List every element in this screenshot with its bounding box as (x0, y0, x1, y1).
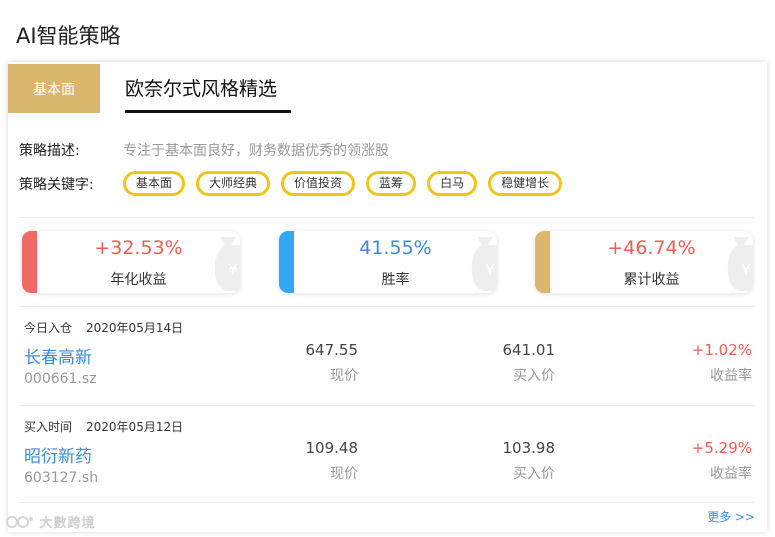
return-rate: +1.02% (691, 341, 752, 359)
active-underline (125, 110, 291, 113)
divider (19, 306, 755, 307)
stat-label: 累计收益 (623, 272, 680, 288)
stat-value: +32.53% (94, 237, 183, 259)
buy-price: 103.98 (502, 439, 556, 457)
keyword-tag[interactable]: 蓝筹 (366, 171, 417, 196)
current-price: 647.55 (305, 341, 359, 359)
stat-color-bar (535, 231, 550, 293)
entry-label: 买入时间 (24, 420, 73, 434)
stat-color-bar (279, 231, 294, 293)
watermark-text: 大數跨境 (39, 516, 96, 531)
stat-value: +46.74% (607, 237, 696, 259)
divider (19, 405, 755, 406)
buy-price: 641.01 (502, 341, 556, 359)
entry-date: 2020年05月12日 (86, 420, 184, 434)
keyword-list: 基本面 大师经典 价值投资 蓝筹 白马 稳健增长 (123, 171, 573, 196)
stock-name[interactable]: 长春高新 (24, 343, 92, 368)
stat-label: 年化收益 (110, 272, 167, 288)
stock-entry-header: 今日入仓 2020年05月14日 (24, 319, 197, 336)
stock-code: 000661.sz (24, 371, 97, 387)
stat-card-win-rate: ¥ 41.55% 胜率 (279, 231, 497, 293)
current-price: 109.48 (305, 439, 359, 457)
strategy-name[interactable]: 欧奈尔式风格精选 (125, 74, 277, 101)
current-price-label: 现价 (330, 466, 358, 482)
page-title: AI智能策略 (16, 24, 121, 48)
stock-entry-header: 买入时间 2020年05月12日 (24, 418, 197, 435)
return-rate-label: 收益率 (710, 368, 752, 384)
watermark: 大數跨境 (6, 512, 96, 531)
keyword-tag[interactable]: 大师经典 (196, 171, 271, 196)
strategy-description: 专注于基本面良好，财务数据优秀的领涨股 (123, 143, 389, 159)
divider (19, 217, 755, 218)
entry-label: 今日入仓 (24, 321, 73, 335)
return-rate-label: 收益率 (710, 466, 752, 482)
keyword-tag[interactable]: 白马 (427, 171, 478, 196)
stock-code: 603127.sh (24, 470, 99, 486)
buy-price-label: 买入价 (513, 466, 555, 482)
keyword-tag[interactable]: 基本面 (123, 171, 186, 196)
desc-label: 策略描述: (19, 143, 80, 159)
divider (19, 502, 755, 503)
stat-label: 胜率 (381, 272, 410, 288)
keyword-tag[interactable]: 价值投资 (281, 171, 356, 196)
stat-card-cumulative-return: ¥ +46.74% 累计收益 (535, 231, 753, 293)
entry-date: 2020年05月14日 (86, 321, 184, 335)
tab-fundamentals[interactable]: 基本面 (8, 64, 100, 113)
keyword-tag[interactable]: 稳健增长 (488, 171, 563, 196)
stock-name[interactable]: 昭衍新药 (24, 442, 92, 467)
watermark-logo-icon (6, 516, 33, 528)
keywords-label: 策略关键字: (19, 177, 94, 193)
stat-value: 41.55% (359, 237, 432, 259)
strategy-card: 基本面 欧奈尔式风格精选 策略描述: 专注于基本面良好，财务数据优秀的领涨股 策… (8, 62, 767, 532)
return-rate: +5.29% (691, 439, 752, 457)
stat-card-annual-return: ¥ +32.53% 年化收益 (22, 231, 240, 293)
more-link[interactable]: 更多 >> (707, 508, 755, 525)
current-price-label: 现价 (330, 368, 358, 384)
stat-color-bar (22, 231, 37, 293)
buy-price-label: 买入价 (513, 368, 555, 384)
